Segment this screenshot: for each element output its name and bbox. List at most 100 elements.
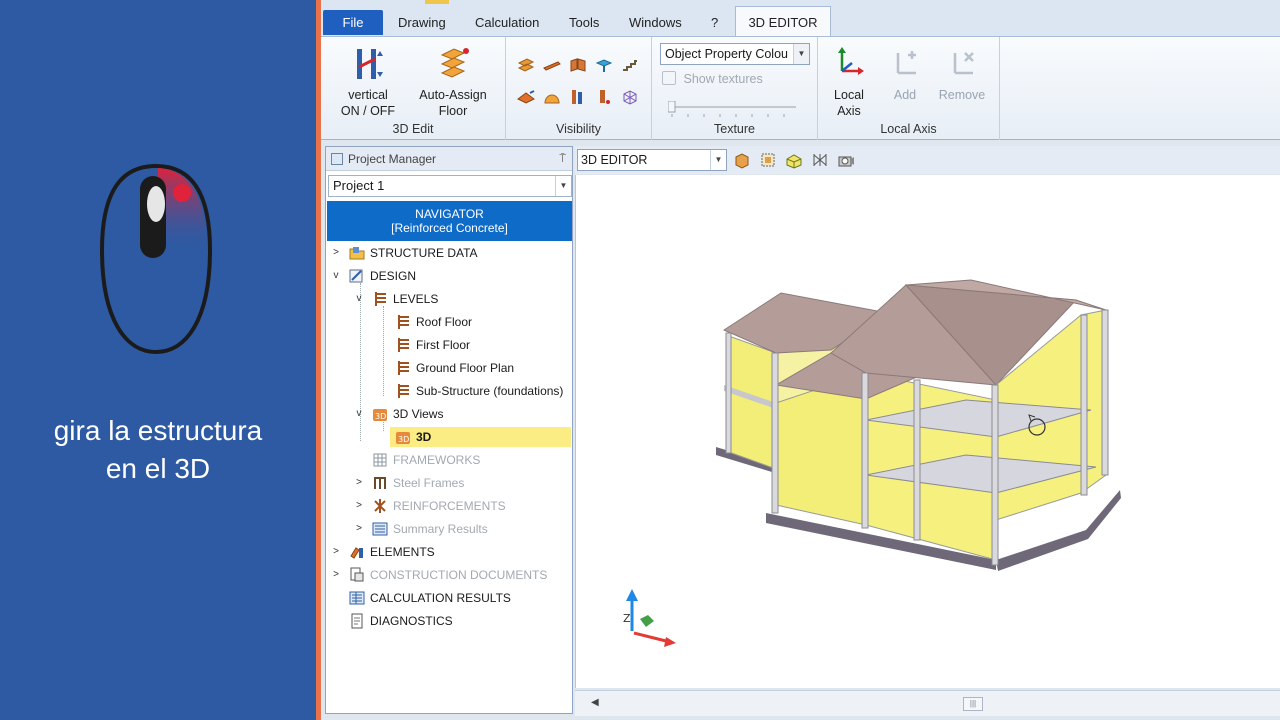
tree-item-3d-views[interactable]: v 3D 3D Views xyxy=(326,404,572,424)
visibility-wireframe-icon[interactable] xyxy=(620,87,640,107)
application-window: File Drawing Calculation Tools Windows ?… xyxy=(321,0,1280,720)
building-3d-model[interactable]: Z xyxy=(576,175,1280,688)
tree-item-calculation-results[interactable]: CALCULATION RESULTS xyxy=(326,588,572,608)
level-icon xyxy=(398,361,409,375)
svg-text:3D: 3D xyxy=(398,435,409,444)
show-textures-toggle[interactable]: Show textures xyxy=(662,71,763,86)
navigator-header[interactable]: NAVIGATOR [Reinforced Concrete] xyxy=(327,201,572,241)
axis-z-label: Z xyxy=(623,612,631,625)
tab-file[interactable]: File xyxy=(323,10,383,35)
visibility-walls-icon[interactable] xyxy=(568,55,588,75)
remove-axis-icon xyxy=(953,52,974,75)
zoom-extents-icon[interactable] xyxy=(759,151,777,169)
tree-item-reinforcements[interactable]: > REINFORCEMENTS xyxy=(326,496,572,516)
tab-windows[interactable]: Windows xyxy=(619,10,692,36)
horizontal-scrollbar[interactable]: ◀ ||| xyxy=(575,690,1280,716)
tree-item-structure-data[interactable]: > STRUCTURE DATA xyxy=(326,243,572,263)
svg-text:3D: 3D xyxy=(375,412,386,421)
expand-arrow-icon[interactable]: > xyxy=(354,519,364,539)
group-local-axis: Local Axis Add Remove Local Axis xyxy=(818,37,1000,140)
perspective-icon[interactable] xyxy=(785,151,803,169)
add-axis-icon xyxy=(896,51,916,75)
vertical-toggle-button[interactable]: vertical ON / OFF xyxy=(335,45,401,119)
tab-help[interactable]: ? xyxy=(701,10,728,36)
add-axis-button[interactable]: Add xyxy=(880,45,930,103)
visibility-roofs-icon[interactable] xyxy=(516,87,536,107)
expand-arrow-icon[interactable]: > xyxy=(354,473,364,493)
tab-drawing[interactable]: Drawing xyxy=(388,10,456,36)
chevron-down-icon[interactable]: ▼ xyxy=(710,150,726,170)
tree-label: CALCULATION RESULTS xyxy=(370,591,511,605)
scroll-left-arrow-icon[interactable]: ◀ xyxy=(591,697,599,708)
tree-item-construction-documents[interactable]: > CONSTRUCTION DOCUMENTS xyxy=(326,565,572,585)
texture-icon xyxy=(662,71,676,85)
tree-item-3d-view-selected[interactable]: 3D 3D xyxy=(390,427,571,447)
visibility-beams-icon[interactable] xyxy=(542,55,562,75)
project-select[interactable]: Project 1 ▼ xyxy=(328,175,572,197)
chevron-down-icon[interactable]: ▼ xyxy=(555,176,571,196)
tree-label: LEVELS xyxy=(393,292,439,306)
add-axis-label: Add xyxy=(893,88,917,102)
remove-axis-button[interactable]: Remove xyxy=(932,45,992,103)
tab-tools[interactable]: Tools xyxy=(559,10,609,36)
visibility-piles-icon[interactable] xyxy=(594,87,614,107)
section-cut-icon[interactable] xyxy=(811,151,829,169)
camera-icon[interactable] xyxy=(837,151,855,169)
local-axis-label-line2: Axis xyxy=(837,104,861,118)
level-icon xyxy=(398,338,409,352)
tree-item-steel-frames[interactable]: > Steel Frames xyxy=(326,473,572,493)
visibility-domes-icon[interactable] xyxy=(542,87,562,107)
auto-assign-floor-button[interactable]: Auto-Assign Floor xyxy=(415,45,491,119)
project-manager-title: Project Manager xyxy=(348,152,437,166)
collapse-arrow-icon[interactable]: v xyxy=(331,266,341,286)
stacked-floors-icon xyxy=(440,48,469,78)
pin-icon[interactable]: ⍑ xyxy=(559,147,566,171)
color-mode-select[interactable]: Object Property Colou ▼ xyxy=(660,43,810,65)
local-axis-button[interactable]: Local Axis xyxy=(824,45,874,119)
visibility-foundations-icon[interactable] xyxy=(594,55,614,75)
3d-viewport[interactable]: Z xyxy=(575,175,1280,688)
tree-label: REINFORCEMENTS xyxy=(393,499,506,513)
tree-item-levels[interactable]: v LEVELS xyxy=(326,289,572,309)
group-label-visibility: Visibility xyxy=(556,122,601,136)
visibility-slabs-icon[interactable] xyxy=(516,55,536,75)
project-select-value: Project 1 xyxy=(333,178,385,193)
tree-item-ground-floor[interactable]: Ground Floor Plan xyxy=(326,358,572,378)
tab-3d-editor[interactable]: 3D EDITOR xyxy=(735,6,831,36)
reinforcements-icon xyxy=(374,499,386,513)
expand-arrow-icon[interactable]: > xyxy=(354,496,364,516)
chevron-down-icon[interactable]: ▼ xyxy=(793,44,809,64)
tree-item-roof-floor[interactable]: Roof Floor xyxy=(326,312,572,332)
scroll-thumb[interactable]: ||| xyxy=(963,697,983,711)
tree-item-substructure[interactable]: Sub-Structure (foundations) xyxy=(326,381,572,401)
collapse-arrow-icon[interactable]: v xyxy=(354,404,364,424)
group-label-texture: Texture xyxy=(714,122,755,136)
auto-assign-label-line1: Auto-Assign xyxy=(419,88,487,102)
tree-label: CONSTRUCTION DOCUMENTS xyxy=(370,568,548,582)
expand-arrow-icon[interactable]: > xyxy=(331,565,341,585)
tree-item-summary-results[interactable]: > Summary Results xyxy=(326,519,572,539)
expand-arrow-icon[interactable]: > xyxy=(331,243,341,263)
vertical-label-line2: ON / OFF xyxy=(340,104,396,118)
tree-item-design[interactable]: v DESIGN xyxy=(326,266,572,286)
mouse-right-click-icon xyxy=(99,163,213,355)
tree-item-frameworks[interactable]: FRAMEWORKS xyxy=(326,450,572,470)
collapse-arrow-icon[interactable]: v xyxy=(354,289,364,309)
ribbon: vertical ON / OFF Auto-Assign Floor 3D E… xyxy=(321,36,1280,140)
diagnostics-icon xyxy=(351,613,363,629)
view-select[interactable]: 3D EDITOR ▼ xyxy=(577,149,727,171)
expand-arrow-icon[interactable]: > xyxy=(331,542,341,562)
tutorial-caption-line1: gira la estructura xyxy=(53,415,263,446)
folder-icon xyxy=(349,247,365,260)
quick-access-folder-icon[interactable] xyxy=(425,0,449,4)
visibility-stairs-icon[interactable] xyxy=(620,55,640,75)
view-select-value: 3D EDITOR xyxy=(581,153,648,167)
tree-item-first-floor[interactable]: First Floor xyxy=(326,335,572,355)
visibility-columns-icon[interactable] xyxy=(568,87,588,107)
tab-calculation[interactable]: Calculation xyxy=(465,10,549,36)
texture-slider[interactable] xyxy=(668,101,798,117)
tree-item-elements[interactable]: > ELEMENTS xyxy=(326,542,572,562)
solid-box-icon[interactable] xyxy=(733,151,751,169)
3d-views-icon: 3D xyxy=(373,409,387,421)
tree-item-diagnostics[interactable]: DIAGNOSTICS xyxy=(326,611,572,631)
